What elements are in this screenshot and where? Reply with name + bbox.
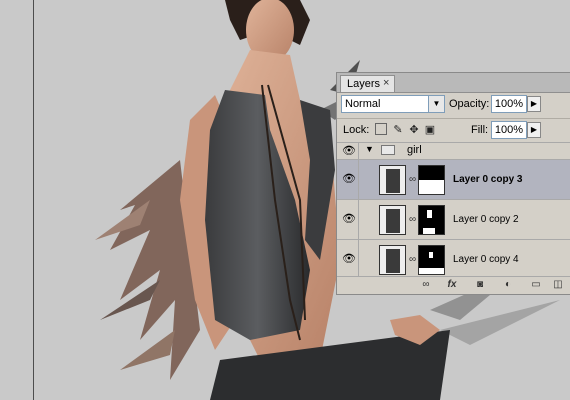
lock-fill-row: Lock: ✎ ✥ ▣ Fill: 100% ▶ <box>337 118 570 143</box>
blend-mode-value: Normal <box>345 98 381 110</box>
lock-all-icon[interactable]: ▣ <box>423 123 437 137</box>
layer-visibility-toggle[interactable]: 👁 <box>337 200 359 239</box>
group-visibility-toggle[interactable]: 👁 <box>337 143 359 159</box>
tab-layers-label: Layers <box>347 78 381 90</box>
link-layers-icon[interactable]: ∞ <box>419 278 433 292</box>
eye-icon: 👁 <box>342 253 356 265</box>
new-layer-icon[interactable]: ◫ <box>551 278 565 292</box>
adjustment-layer-icon[interactable]: ◐ <box>501 278 515 292</box>
lock-position-icon[interactable]: ✥ <box>407 123 421 137</box>
layer-thumbnail <box>379 165 406 195</box>
chain-link-icon[interactable]: ∞ <box>409 174 416 185</box>
fx-icon[interactable]: fx <box>445 278 459 292</box>
layer-row[interactable]: 👁 ∞ Layer 0 copy 3 <box>337 159 570 199</box>
group-name: girl <box>407 144 422 156</box>
opacity-field[interactable]: 100% <box>491 95 527 113</box>
lock-image-pixels-icon[interactable]: ✎ <box>391 123 405 137</box>
close-icon[interactable]: × <box>383 77 389 89</box>
layer-visibility-toggle[interactable]: 👁 <box>337 240 359 279</box>
eye-icon: 👁 <box>342 213 356 225</box>
layer-visibility-toggle[interactable]: 👁 <box>337 160 359 199</box>
layer-row[interactable]: 👁 ∞ Layer 0 copy 2 <box>337 199 570 239</box>
fill-label: Fill: <box>471 124 489 136</box>
blend-mode-dropdown[interactable]: Normal ▼ <box>341 95 445 113</box>
blend-opacity-row: Normal ▼ Opacity: 100% ▶ <box>337 93 570 117</box>
layer-row[interactable]: 👁 ∞ Layer 0 copy 4 <box>337 239 570 279</box>
fill-field[interactable]: 100% <box>491 121 527 139</box>
folder-icon <box>381 145 395 155</box>
layer-name: Layer 0 copy 4 <box>453 254 519 265</box>
lock-transparent-pixels-icon[interactable] <box>375 123 387 135</box>
chain-link-icon[interactable]: ∞ <box>409 254 416 265</box>
layer-thumbnail <box>379 245 406 275</box>
opacity-slider-button[interactable]: ▶ <box>527 96 541 112</box>
panel-tab-bar: Layers × <box>337 73 570 93</box>
layers-panel: Layers × Normal ▼ Opacity: 100% ▶ Lock: … <box>336 72 570 295</box>
expand-triangle-icon[interactable]: ▼ <box>365 144 374 154</box>
panel-bottom-bar: ∞ fx ◙ ◐ ▭ ◫ <box>337 276 570 294</box>
fill-slider-button[interactable]: ▶ <box>527 122 541 138</box>
layer-mask-thumbnail[interactable] <box>418 165 445 195</box>
layer-thumbnail <box>379 205 406 235</box>
layer-name: Layer 0 copy 2 <box>453 214 519 225</box>
opacity-label: Opacity: <box>449 98 490 110</box>
layer-mask-thumbnail[interactable] <box>418 245 445 275</box>
eye-icon: 👁 <box>342 173 356 185</box>
layer-name: Layer 0 copy 3 <box>453 174 523 185</box>
chain-link-icon[interactable]: ∞ <box>409 214 416 225</box>
eye-icon: 👁 <box>342 145 356 157</box>
new-group-icon[interactable]: ▭ <box>529 278 543 292</box>
tab-layers[interactable]: Layers × <box>340 75 395 92</box>
add-mask-icon[interactable]: ◙ <box>473 278 487 292</box>
group-row-girl[interactable]: 👁 ▼ girl <box>337 142 570 159</box>
lock-label: Lock: <box>343 124 370 136</box>
chevron-down-icon: ▼ <box>428 96 444 112</box>
layer-mask-thumbnail[interactable] <box>418 205 445 235</box>
guide-line <box>33 0 34 400</box>
